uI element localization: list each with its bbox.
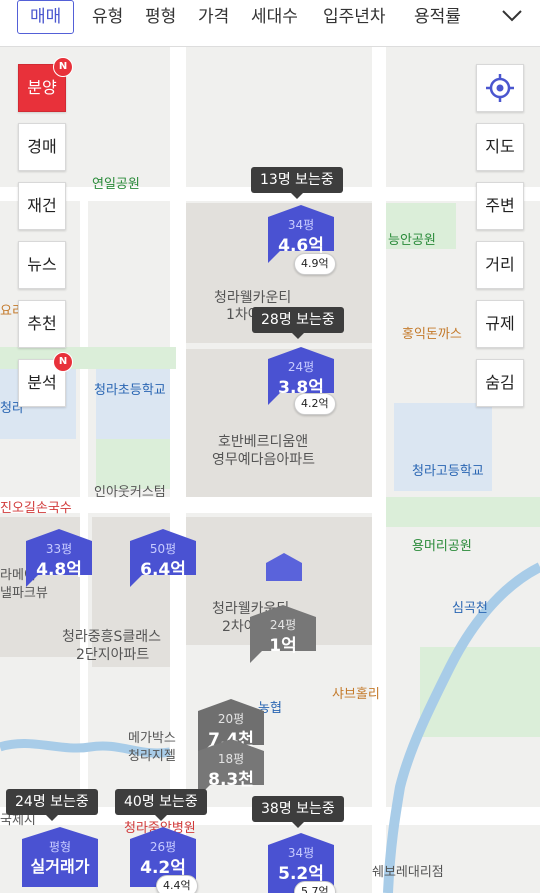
filter-bar: 매매 유형 평형 가격 세대수 입주년차 용적률 xyxy=(0,0,540,47)
news-button[interactable]: 뉴스 xyxy=(18,241,66,289)
nearby-button[interactable]: 주변 xyxy=(476,182,524,230)
label-hongik-donkatsu: 홍익돈까스 xyxy=(402,327,462,342)
viewers-bubble: 24명 보는중 xyxy=(6,789,98,821)
regulation-button[interactable]: 규제 xyxy=(476,300,524,348)
viewers-bubble: 28명 보는중 xyxy=(252,307,344,339)
label-yongmeori-park: 용머리공원 xyxy=(412,539,472,554)
price-marker[interactable]: 평형 실거래가 xyxy=(22,827,98,887)
hide-button[interactable]: 숨김 xyxy=(476,359,524,407)
filter-chip-year[interactable]: 입주년차 xyxy=(323,0,386,34)
marker-price: 1억 xyxy=(269,636,297,656)
crosshair-icon xyxy=(486,74,514,102)
label-megabox-2: 청라지젤 xyxy=(128,749,176,764)
price-pill: 5.7억 xyxy=(294,881,336,893)
marker-price: 실거래가 xyxy=(30,857,90,876)
filter-chip-price[interactable]: 가격 xyxy=(198,0,229,34)
map-type-button[interactable]: 지도 xyxy=(476,123,524,171)
chevron-down-icon[interactable] xyxy=(502,10,522,22)
presale-label: 분양 xyxy=(27,78,57,97)
presale-button[interactable]: 분양 N xyxy=(18,57,73,112)
price-marker[interactable]: 24평 1억 xyxy=(250,605,316,665)
filter-chip-households[interactable]: 세대수 xyxy=(251,0,298,34)
map-view[interactable]: 연일공원 능안공원 청라웰카운티 1차아 홍익돈까스 청라초등학교 청라고등학교… xyxy=(0,47,540,893)
viewers-bubble: 13명 보는중 xyxy=(251,167,343,199)
label-hoban-2: 영무예다음아파트 xyxy=(212,452,316,468)
price-marker[interactable]: 18평 8.3천 xyxy=(198,739,264,799)
recommend-button[interactable]: 추천 xyxy=(18,300,66,348)
marker-price: 6.4억 xyxy=(140,560,186,580)
price-pill: 4.9억 xyxy=(294,253,336,275)
price-pill: 4.4억 xyxy=(156,875,198,893)
redevelopment-button[interactable]: 재건 xyxy=(18,182,66,230)
viewers-bubble: 38명 보는중 xyxy=(252,796,344,828)
filter-chip-size[interactable]: 평형 xyxy=(145,0,176,34)
label-hoban-1: 호반베르디움앤 xyxy=(218,434,309,450)
filter-chip-far[interactable]: 용적률 xyxy=(414,0,468,34)
price-pill: 4.2억 xyxy=(294,393,336,415)
label-jungheung-2: 2단지아파트 xyxy=(76,647,150,663)
label-noodle: 진오길손국수 xyxy=(0,501,72,516)
filter-chip-sale[interactable]: 매매 xyxy=(17,0,75,34)
label-cheongna-elementary: 청라초등학교 xyxy=(94,383,166,398)
label-neungan-park: 능안공원 xyxy=(388,233,436,248)
apartment-marker-icon xyxy=(266,553,302,581)
new-badge: N xyxy=(53,352,73,372)
viewers-bubble: 40명 보는중 xyxy=(115,789,207,821)
label-yeonil-park: 연일공원 xyxy=(92,177,140,192)
distance-button[interactable]: 거리 xyxy=(476,241,524,289)
marker-price: 8.3천 xyxy=(208,770,254,790)
price-marker[interactable]: 33평 4.8억 xyxy=(26,529,92,589)
label-megabox-1: 메가박스 xyxy=(128,731,176,746)
marker-price: 4.8억 xyxy=(36,560,82,580)
label-cheongna-high: 청라고등학교 xyxy=(412,464,484,479)
analysis-label: 분석 xyxy=(27,373,57,392)
my-location-button[interactable] xyxy=(476,64,524,112)
price-marker[interactable]: 50평 6.4억 xyxy=(130,529,196,589)
new-badge: N xyxy=(53,57,73,77)
label-inaut-custom: 인아웃커스텀 xyxy=(94,485,166,500)
label-jungheung-1: 청라중흥S클래스 xyxy=(62,629,162,645)
auction-button[interactable]: 경매 xyxy=(18,123,66,171)
filter-chip-type[interactable]: 유형 xyxy=(92,0,123,34)
label-shabu-holly: 샤브홀리 xyxy=(332,687,380,702)
label-chevrolet: 쉐보레대리점 xyxy=(372,865,444,880)
analysis-button[interactable]: 분석 N xyxy=(18,352,73,407)
label-simgok-stream: 심곡천 xyxy=(452,601,488,616)
